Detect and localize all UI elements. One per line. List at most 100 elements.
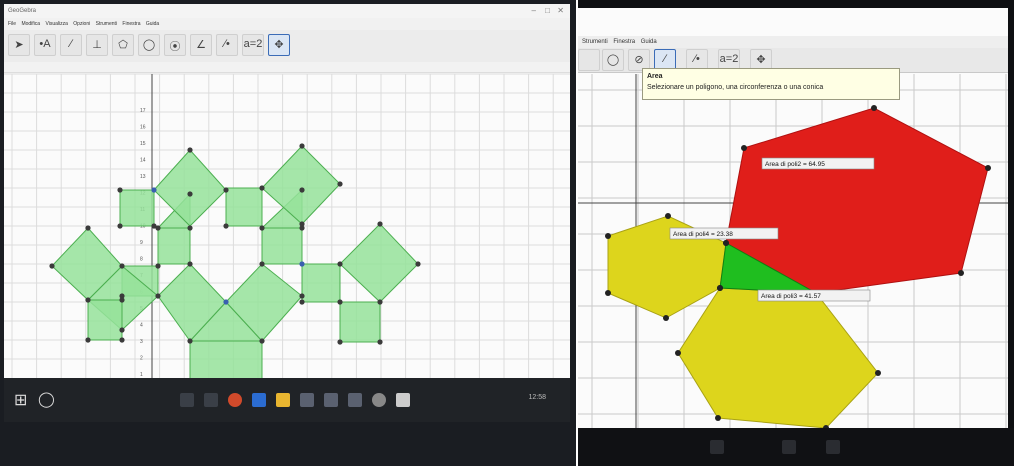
point[interactable] — [85, 225, 91, 231]
point[interactable] — [187, 191, 193, 197]
point[interactable] — [187, 261, 193, 267]
app-icon[interactable] — [372, 393, 386, 407]
point[interactable] — [715, 415, 721, 421]
point[interactable] — [299, 143, 305, 149]
task-view-icon[interactable] — [710, 440, 724, 454]
point[interactable] — [415, 261, 421, 267]
point[interactable] — [151, 223, 157, 229]
point[interactable] — [299, 293, 305, 299]
point[interactable] — [605, 233, 611, 239]
graphics-view[interactable]: -10-9-8-7-6-5-4-3-2-10123456789101112131… — [4, 4, 570, 422]
taskbar-app-icon[interactable] — [826, 440, 840, 454]
area-label: Area di poli4 = 23.38 — [673, 231, 733, 238]
y-tick-label: 2 — [140, 356, 143, 362]
point[interactable] — [117, 187, 123, 193]
point[interactable] — [299, 187, 305, 193]
polygon[interactable] — [87, 299, 123, 341]
polygon[interactable] — [119, 189, 155, 227]
polygon[interactable] — [339, 223, 419, 303]
point[interactable] — [187, 338, 193, 344]
y-tick-label: 16 — [140, 125, 146, 131]
geogebra-window-area: Strumenti Finestra Guida ◯ ⊘ ∕ ∕• a=2 ✥ … — [578, 8, 1008, 428]
point[interactable] — [187, 147, 193, 153]
taskbar-app-icon[interactable] — [782, 440, 796, 454]
polygon-yellow-bottom[interactable] — [677, 287, 879, 428]
taskbar-clock: 12:58 — [528, 394, 546, 401]
app-icon[interactable] — [324, 393, 338, 407]
point[interactable] — [117, 223, 123, 229]
point[interactable] — [377, 221, 383, 227]
point[interactable] — [958, 270, 964, 276]
task-view-icon[interactable] — [180, 393, 194, 407]
point[interactable] — [187, 225, 193, 231]
point[interactable] — [49, 263, 55, 269]
point[interactable] — [119, 327, 125, 333]
point[interactable] — [259, 261, 265, 267]
point[interactable] — [377, 339, 383, 345]
y-tick-label: 14 — [140, 158, 146, 164]
taskbar-app-icon[interactable] — [204, 393, 218, 407]
geogebra-window: GeoGebra – □ ✕ File Modifica Visualizza … — [4, 4, 570, 422]
point[interactable] — [223, 299, 229, 305]
polygon[interactable] — [261, 227, 303, 265]
point[interactable] — [337, 299, 343, 305]
y-tick-label: 9 — [140, 240, 143, 246]
chrome-icon[interactable] — [228, 393, 242, 407]
point[interactable] — [875, 370, 881, 376]
point[interactable] — [871, 105, 877, 111]
folder-icon[interactable] — [276, 393, 290, 407]
y-tick-label: 3 — [140, 339, 143, 345]
point[interactable] — [85, 297, 91, 303]
geogebra-taskbar-icon[interactable] — [396, 393, 410, 407]
polygon[interactable] — [339, 301, 381, 343]
point[interactable] — [299, 299, 305, 305]
point[interactable] — [119, 337, 125, 343]
point[interactable] — [985, 165, 991, 171]
point[interactable] — [717, 285, 723, 291]
point[interactable] — [259, 338, 265, 344]
point[interactable] — [337, 339, 343, 345]
taskbar — [578, 428, 1014, 466]
point[interactable] — [337, 261, 343, 267]
y-tick-label: 8 — [140, 257, 143, 263]
point[interactable] — [85, 337, 91, 343]
point[interactable] — [119, 297, 125, 303]
app-icon[interactable] — [348, 393, 362, 407]
area-label: Area di poli2 = 64.95 — [765, 161, 825, 168]
point[interactable] — [155, 263, 161, 269]
polygon[interactable] — [225, 187, 263, 227]
tooltip-text: Selezionare un poligono, una circonferen… — [647, 84, 824, 91]
point[interactable] — [259, 185, 265, 191]
windows-start-icon[interactable]: ⊞ — [14, 390, 27, 410]
point[interactable] — [663, 315, 669, 321]
photo-right: Strumenti Finestra Guida ◯ ⊘ ∕ ∕• a=2 ✥ … — [578, 0, 1014, 466]
point[interactable] — [605, 290, 611, 296]
point[interactable] — [151, 187, 157, 193]
polygon[interactable] — [157, 227, 191, 265]
search-circle-icon[interactable]: ◯ — [38, 390, 55, 408]
polygon[interactable] — [301, 263, 341, 303]
point[interactable] — [155, 293, 161, 299]
y-tick-label: 15 — [140, 141, 146, 147]
tool-tooltip: Area Selezionare un poligono, una circon… — [642, 68, 900, 100]
point[interactable] — [259, 225, 265, 231]
point[interactable] — [223, 187, 229, 193]
point[interactable] — [223, 223, 229, 229]
point[interactable] — [723, 240, 729, 246]
polygon[interactable] — [153, 149, 227, 227]
photo-left: GeoGebra – □ ✕ File Modifica Visualizza … — [0, 0, 576, 466]
point[interactable] — [665, 213, 671, 219]
y-tick-label: 4 — [140, 323, 143, 329]
point[interactable] — [377, 299, 383, 305]
store-icon[interactable] — [300, 393, 314, 407]
area-label: Area di poli3 = 41.57 — [761, 293, 821, 300]
y-tick-label: 17 — [140, 108, 146, 114]
point[interactable] — [299, 261, 305, 267]
point[interactable] — [119, 263, 125, 269]
point[interactable] — [337, 181, 343, 187]
point[interactable] — [741, 145, 747, 151]
polygon[interactable] — [261, 145, 341, 225]
point[interactable] — [299, 221, 305, 227]
point[interactable] — [675, 350, 681, 356]
edge-icon[interactable] — [252, 393, 266, 407]
